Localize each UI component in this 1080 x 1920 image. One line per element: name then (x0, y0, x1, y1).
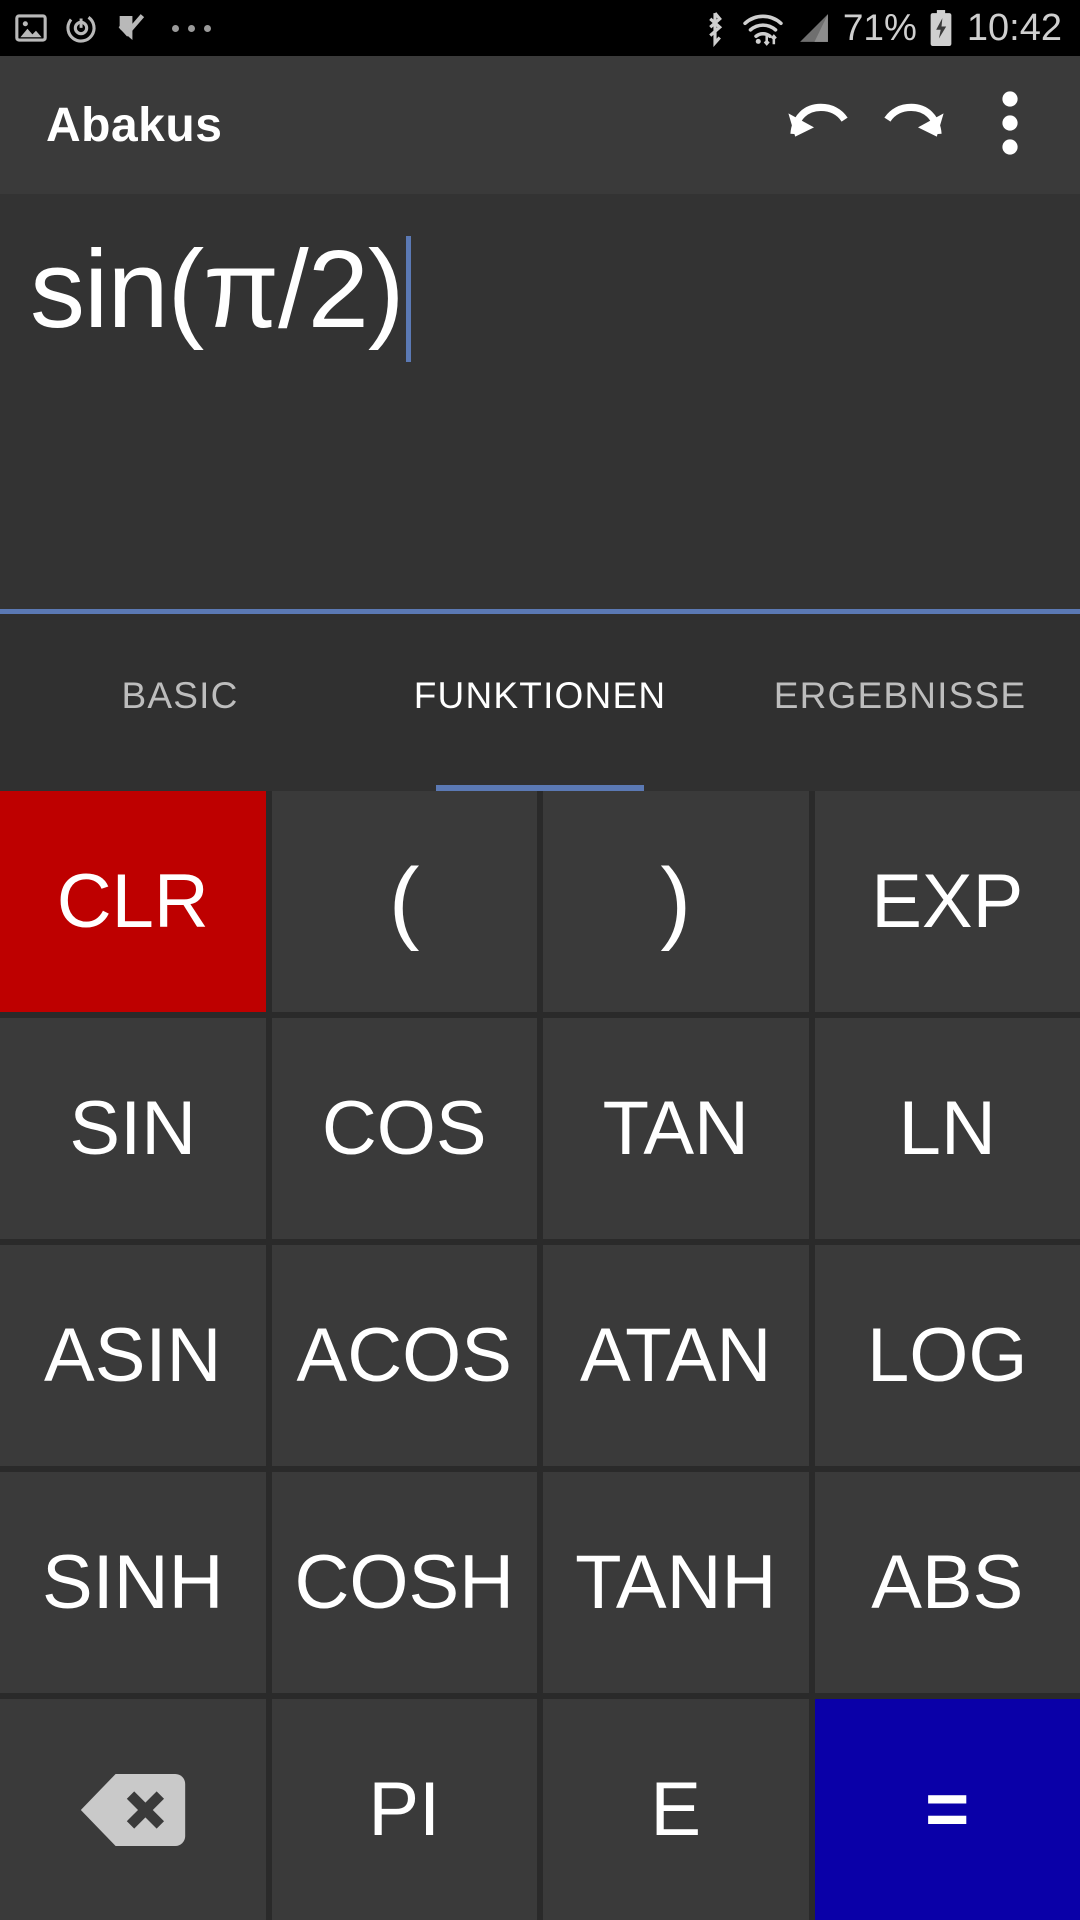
expression-display[interactable]: sin(π/2) (0, 194, 1080, 614)
image-icon (14, 11, 48, 45)
key-pi[interactable]: PI (271, 1699, 537, 1920)
key-log-label: LOG (867, 1313, 1028, 1398)
key-cos[interactable]: COS (271, 1018, 537, 1239)
key-open-paren-label: ( (388, 850, 420, 952)
bluetooth-icon (700, 9, 730, 47)
key-acos-label: ACOS (296, 1313, 512, 1398)
tasks-check-icon (114, 11, 148, 45)
key-log[interactable]: LOG (814, 1245, 1080, 1466)
redo-icon (878, 94, 950, 157)
tab-basic-label: BASIC (121, 674, 239, 716)
key-equals[interactable]: = (814, 1699, 1080, 1920)
battery-charging-icon (928, 9, 954, 47)
tab-funktionen-label: FUNKTIONEN (413, 674, 667, 716)
key-tan-label: TAN (602, 1086, 749, 1171)
tab-ergebnisse[interactable]: ERGEBNISSE (720, 614, 1080, 791)
key-open-paren[interactable]: ( (271, 791, 537, 1012)
tab-basic[interactable]: BASIC (0, 614, 360, 791)
key-equals-label: = (925, 1767, 970, 1852)
timer-icon (64, 11, 98, 45)
undo-icon (782, 94, 854, 157)
overflow-menu-button[interactable] (962, 77, 1058, 173)
key-pi-label: PI (368, 1767, 441, 1852)
key-exp-label: EXP (871, 859, 1024, 944)
tab-active-indicator (435, 785, 645, 791)
key-cosh-label: COSH (294, 1540, 515, 1625)
key-asin[interactable]: ASIN (0, 1245, 266, 1466)
expression-row: sin(π/2) (30, 230, 1050, 380)
key-tanh-label: TANH (575, 1540, 777, 1625)
tab-bar: BASIC FUNKTIONEN ERGEBNISSE (0, 614, 1080, 791)
key-clr-label: CLR (56, 859, 209, 944)
key-tan[interactable]: TAN (543, 1018, 809, 1239)
status-bar: 71% 10:42 (0, 0, 1080, 56)
key-exp[interactable]: EXP (814, 791, 1080, 1012)
key-abs[interactable]: ABS (814, 1472, 1080, 1693)
cellular-signal-icon (796, 9, 832, 47)
clock-label: 10:42 (966, 6, 1062, 49)
battery-percent-label: 71% (842, 7, 917, 48)
wifi-icon (741, 9, 785, 47)
more-dots-icon (172, 24, 211, 32)
status-bar-left-icons (14, 11, 211, 45)
key-sin[interactable]: SIN (0, 1018, 266, 1239)
key-sin-label: SIN (69, 1086, 197, 1171)
key-asin-label: ASIN (44, 1313, 222, 1398)
expression-value: sin(π/2) (30, 228, 405, 351)
keypad-grid: CLR ( ) EXP SIN COS TAN LN ASIN ACOS ATA… (0, 791, 1080, 1920)
key-acos[interactable]: ACOS (271, 1245, 537, 1466)
key-backspace[interactable] (0, 1699, 266, 1920)
key-ln-label: LN (898, 1086, 996, 1171)
key-e[interactable]: E (543, 1699, 809, 1920)
key-e-label: E (650, 1767, 702, 1852)
tab-funktionen[interactable]: FUNKTIONEN (360, 614, 720, 791)
key-atan-label: ATAN (580, 1313, 772, 1398)
key-sinh[interactable]: SINH (0, 1472, 266, 1693)
key-clr[interactable]: CLR (0, 791, 266, 1012)
key-cos-label: COS (321, 1086, 487, 1171)
redo-button[interactable] (866, 77, 962, 173)
page-title: Abakus (46, 98, 223, 152)
key-tanh[interactable]: TANH (543, 1472, 809, 1693)
backspace-icon (78, 1769, 188, 1851)
key-abs-label: ABS (871, 1540, 1024, 1625)
key-close-paren[interactable]: ) (543, 791, 809, 1012)
app-bar: Abakus (0, 56, 1080, 194)
text-cursor (405, 236, 411, 362)
key-sinh-label: SINH (41, 1540, 224, 1625)
key-ln[interactable]: LN (814, 1018, 1080, 1239)
overflow-menu-icon (1002, 90, 1018, 160)
key-close-paren-label: ) (660, 850, 692, 952)
status-bar-right-icons: 71% 10:42 (700, 7, 1062, 50)
tab-ergebnisse-label: ERGEBNISSE (773, 674, 1027, 716)
undo-button[interactable] (770, 77, 866, 173)
key-cosh[interactable]: COSH (271, 1472, 537, 1693)
key-atan[interactable]: ATAN (543, 1245, 809, 1466)
